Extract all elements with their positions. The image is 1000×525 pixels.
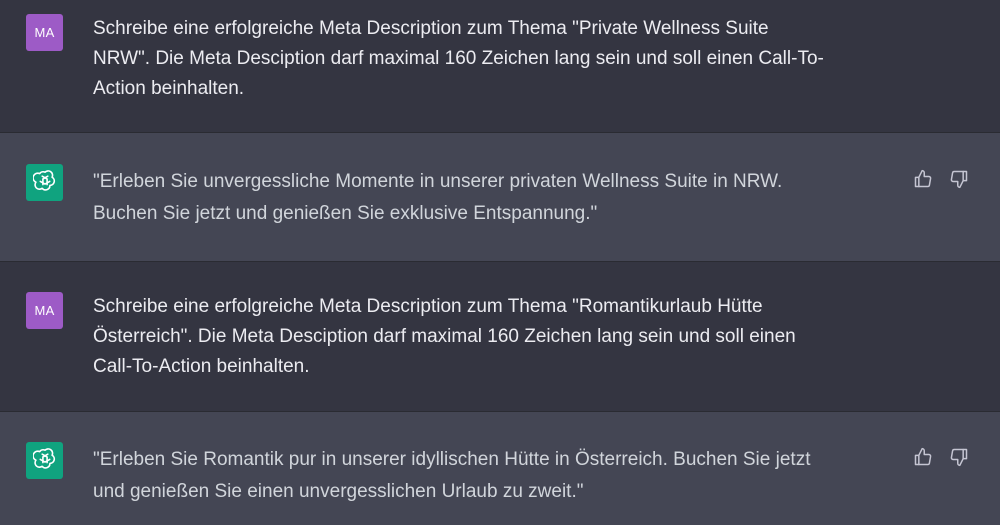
- user-message-text: Schreibe eine erfolgreiche Meta Descript…: [93, 18, 824, 99]
- feedback-actions: [912, 168, 970, 190]
- assistant-message-text: "Erleben Sie unvergessliche Momente in u…: [93, 171, 783, 224]
- user-message: MA Schreibe eine erfolgreiche Meta Descr…: [0, 0, 1000, 133]
- assistant-avatar: [26, 164, 63, 201]
- user-message: MA Schreibe eine erfolgreiche Meta Descr…: [0, 262, 1000, 412]
- assistant-avatar: [26, 442, 63, 479]
- user-avatar: MA: [26, 14, 63, 51]
- chat-thread: MA Schreibe eine erfolgreiche Meta Descr…: [0, 0, 1000, 525]
- chatgpt-logo-icon: [31, 447, 57, 474]
- thumbs-down-icon[interactable]: [948, 446, 970, 468]
- assistant-message: "Erleben Sie unvergessliche Momente in u…: [0, 133, 1000, 262]
- user-avatar: MA: [26, 292, 63, 329]
- thumbs-up-icon[interactable]: [912, 446, 934, 468]
- user-message-text: Schreibe eine erfolgreiche Meta Descript…: [93, 296, 796, 377]
- assistant-message-text: "Erleben Sie Romantik pur in unserer idy…: [93, 449, 811, 502]
- thumbs-up-icon[interactable]: [912, 168, 934, 190]
- feedback-actions: [912, 446, 970, 468]
- chatgpt-logo-icon: [31, 169, 57, 196]
- thumbs-down-icon[interactable]: [948, 168, 970, 190]
- assistant-message: "Erleben Sie Romantik pur in unserer idy…: [0, 412, 1000, 525]
